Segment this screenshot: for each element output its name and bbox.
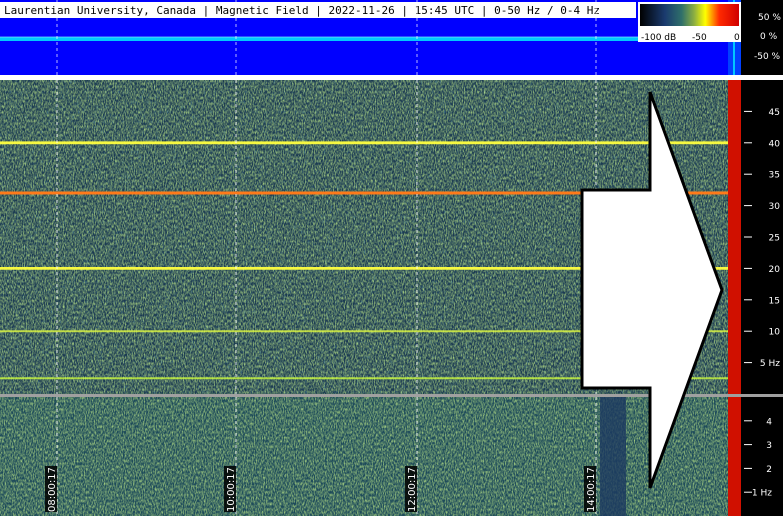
freq-tick-label-25: 25 — [769, 234, 780, 244]
freq-tick-label-35: 35 — [769, 171, 780, 181]
time-tick-label-1: 10:00:17 — [226, 467, 237, 512]
time-tick-label-3: 14:00:17 — [586, 467, 597, 512]
freq-tick-label-15: 15 — [769, 296, 780, 306]
freq-tick-label-20: 20 — [769, 265, 781, 275]
colorbar-label-max: 0 — [734, 33, 740, 43]
freq-tick-label-40: 40 — [769, 139, 781, 149]
colorbar-label-mid: -50 — [692, 33, 707, 43]
amplitude-label-bottom: -50 % — [754, 52, 781, 62]
time-tick-label-2: 12:00:17 — [407, 467, 418, 512]
spectrogram-low — [0, 397, 728, 516]
low-freq-tick-label-4: 4 — [766, 417, 772, 427]
low-freq-tick-label-2: 2 — [766, 465, 772, 475]
colorbar-label-min: -100 dB — [641, 33, 676, 43]
recent-activity-column-low — [728, 397, 741, 516]
amplitude-label-mid: 0 % — [760, 32, 778, 42]
spectrogram-figure: Laurentian University, Canada | Magnetic… — [0, 0, 783, 516]
figure-title: Laurentian University, Canada | Magnetic… — [4, 4, 600, 17]
time-tick-label-0: 08:00:17 — [47, 467, 58, 512]
recent-activity-column — [728, 80, 741, 394]
freq-tick-label-10: 10 — [769, 328, 781, 338]
low-freq-tick-label-1: 1 Hz — [752, 489, 772, 499]
colorbar — [640, 4, 739, 26]
divider-top — [0, 75, 783, 80]
amplitude-label-top: 50 % — [758, 13, 781, 23]
freq-tick-label-5: 5 Hz — [760, 359, 780, 369]
freq-tick-label-45: 45 — [769, 108, 780, 118]
low-freq-tick-label-3: 3 — [766, 441, 772, 451]
freq-tick-label-30: 30 — [769, 202, 781, 212]
